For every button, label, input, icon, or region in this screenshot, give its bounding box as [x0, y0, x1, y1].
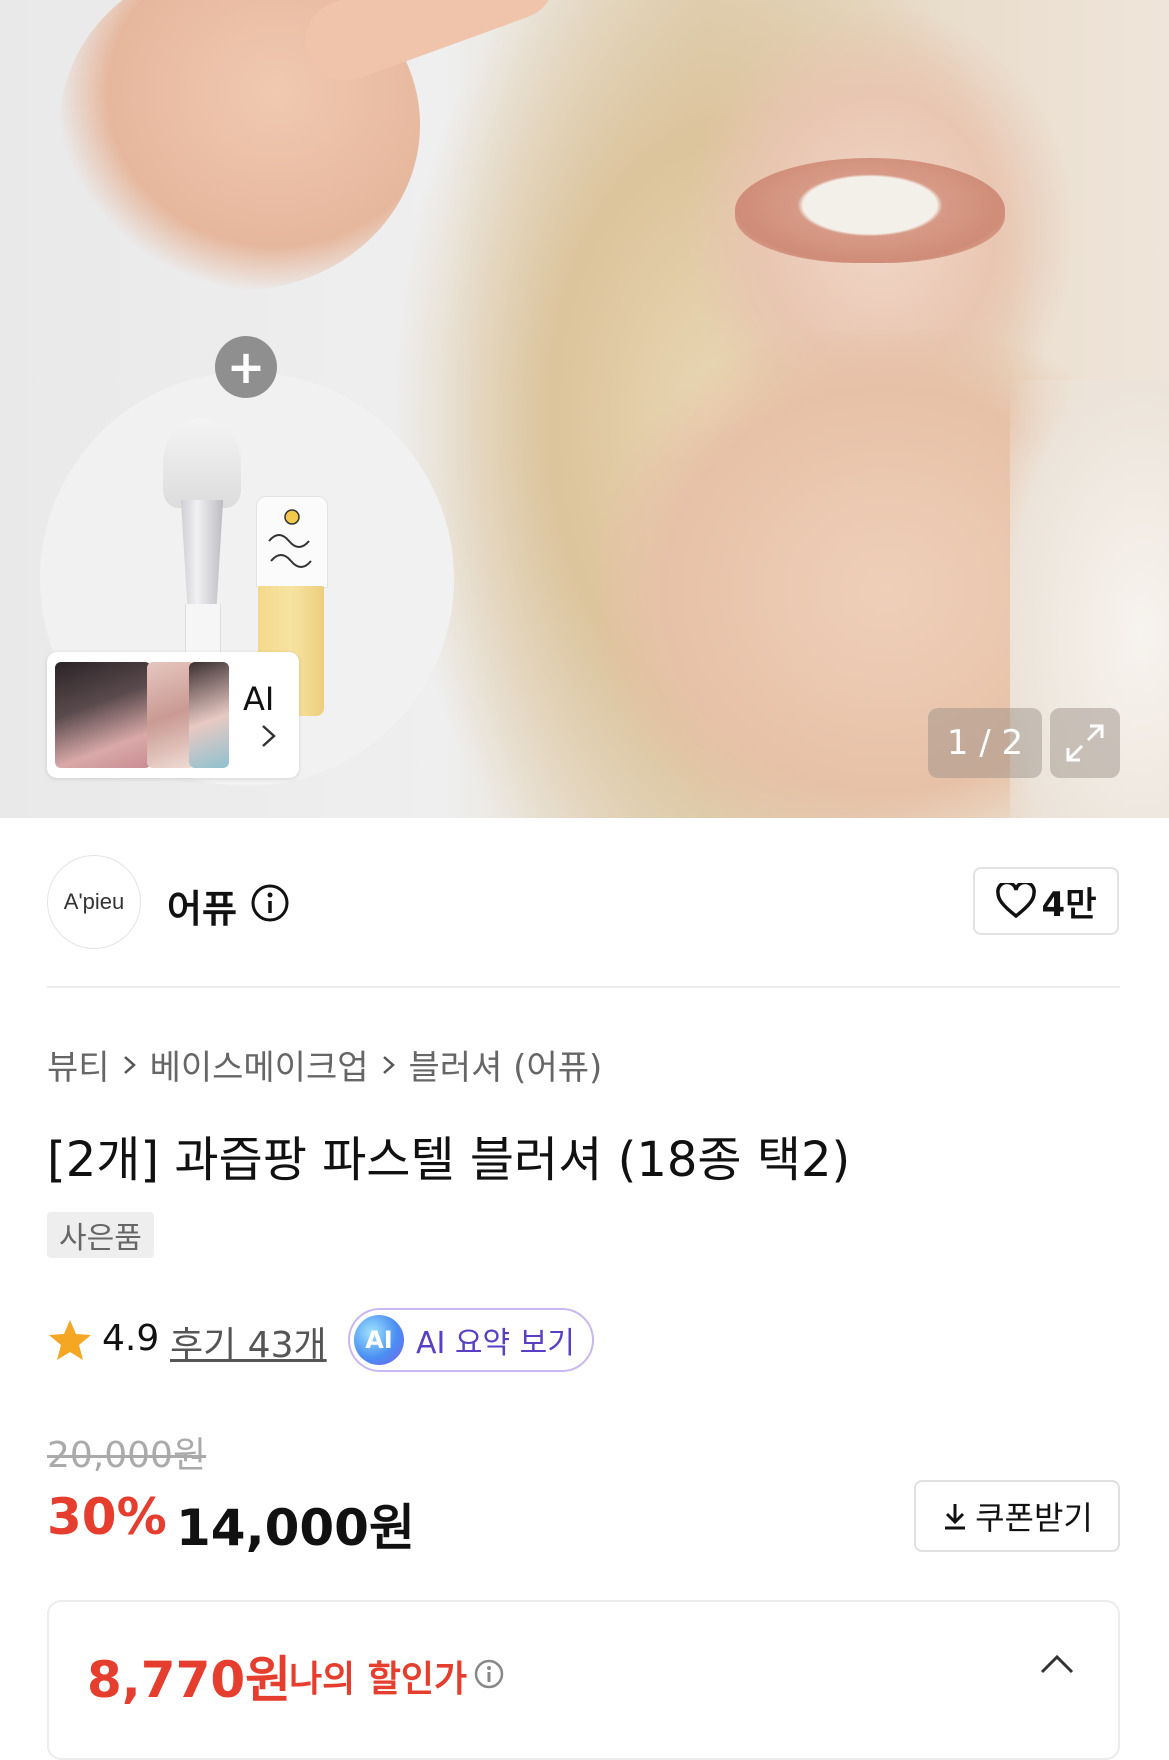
- product-image-carousel[interactable]: + AI 1 / 2: [0, 0, 1169, 818]
- model-finger: [294, 0, 566, 93]
- coupon-download-button[interactable]: 쿠폰받기: [914, 1480, 1120, 1552]
- my-price-value: 8,770원: [87, 1651, 292, 1709]
- expand-icon: [1066, 724, 1104, 762]
- original-price: 20,000원: [47, 1435, 207, 1476]
- heart-icon: [995, 883, 1036, 919]
- expand-button[interactable]: [1050, 708, 1120, 778]
- rating-score: 4.9: [102, 1318, 160, 1359]
- ai-card-label: AI: [243, 680, 275, 718]
- honey-milk-bottle-cap: [256, 496, 328, 588]
- plus-icon: +: [215, 336, 277, 398]
- lookbook-thumb: [147, 662, 195, 768]
- chevron-right-icon: [262, 725, 276, 747]
- ai-summary-button[interactable]: AI AI 요약 보기: [348, 1308, 594, 1372]
- my-price-label: 나의 할인가: [289, 1659, 468, 1700]
- brush-head: [163, 418, 241, 508]
- lookbook-thumb: [55, 662, 151, 768]
- info-icon[interactable]: [250, 883, 290, 923]
- breadcrumb: 뷰티 베이스메이크업 블러셔 (어퓨): [47, 1040, 602, 1089]
- ai-badge-icon: AI: [354, 1315, 404, 1365]
- review-count-link[interactable]: 후기 43개: [170, 1316, 327, 1368]
- like-button[interactable]: 4만: [973, 867, 1119, 935]
- breadcrumb-blusher[interactable]: 블러셔 (어퓨): [409, 1040, 603, 1089]
- chevron-up-icon[interactable]: [1039, 1652, 1075, 1676]
- coupon-label: 쿠폰받기: [975, 1499, 1093, 1537]
- honey-milk-logo: [268, 509, 312, 568]
- download-icon: [945, 1504, 966, 1530]
- image-counter: 1 / 2: [928, 708, 1042, 778]
- brand-logo[interactable]: A'pieu: [47, 855, 141, 949]
- discount-rate: 30%: [47, 1488, 167, 1546]
- breadcrumb-base-makeup[interactable]: 베이스메이크업: [150, 1040, 369, 1089]
- my-discount-price-panel[interactable]: 8,770원 나의 할인가: [47, 1600, 1120, 1760]
- sale-price: 14,000원: [176, 1499, 415, 1557]
- chevron-right-icon: [123, 1055, 136, 1074]
- chevron-right-icon: [382, 1055, 395, 1074]
- ai-summary-label: AI 요약 보기: [416, 1326, 575, 1361]
- gift-tag-label: 사은품: [59, 1221, 142, 1256]
- product-title: [2개] 과즙팡 파스텔 블러셔 (18종 택2): [47, 1132, 851, 1188]
- info-icon[interactable]: [473, 1658, 505, 1690]
- ai-lookbook-card[interactable]: AI: [47, 652, 299, 778]
- like-count: 4만: [1041, 884, 1097, 925]
- brand-logo-text: A'pieu: [63, 889, 125, 914]
- gift-tag: 사은품: [47, 1212, 154, 1258]
- star-icon: [49, 1320, 91, 1360]
- divider: [47, 986, 1120, 988]
- breadcrumb-beauty[interactable]: 뷰티: [47, 1040, 110, 1089]
- brand-name[interactable]: 어퓨: [167, 878, 237, 933]
- lookbook-thumb: [189, 662, 229, 768]
- model-smile: [735, 158, 1005, 263]
